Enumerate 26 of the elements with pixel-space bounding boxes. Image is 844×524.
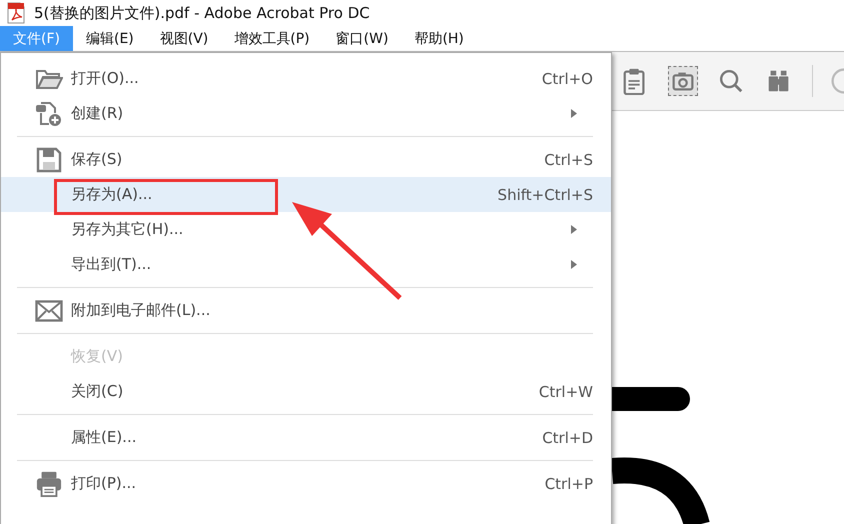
menu-item[interactable]: 打开(O)... Ctrl+O	[1, 61, 611, 96]
envelope-icon	[35, 298, 63, 324]
menu-item[interactable]: 属性(E)... Ctrl+D	[1, 420, 611, 455]
menu-item[interactable]: 帮助(H)	[401, 26, 477, 51]
shortcut-text: Ctrl+S	[544, 150, 593, 168]
shortcut-text: Ctrl+O	[542, 70, 593, 88]
shortcut-text: Ctrl+D	[542, 428, 593, 446]
menu-item[interactable]: 打印(P)... Ctrl+P	[1, 466, 611, 501]
new-document-icon	[35, 100, 63, 126]
window-title: 5(替换的图片文件).pdf - Adobe Acrobat Pro DC	[34, 4, 370, 22]
menu-item[interactable]: 关闭(C) Ctrl+W	[1, 374, 611, 409]
shortcut-text: Shift+Ctrl+S	[498, 186, 593, 204]
menu-item[interactable]: 窗口(W)	[322, 26, 402, 51]
menu-item[interactable]: 增效工具(P)	[221, 26, 323, 51]
shortcut-text: Ctrl+W	[538, 382, 593, 400]
menu-item[interactable]: 另存为(A)... Shift+Ctrl+S	[1, 177, 611, 212]
camera-icon[interactable]	[668, 66, 698, 96]
printer-icon	[35, 470, 63, 496]
menu-item[interactable]: 保存(S) Ctrl+S	[1, 142, 611, 177]
menu-item[interactable]: 视图(V)	[146, 26, 222, 51]
menu-item[interactable]: 导出到(T)...	[1, 247, 611, 282]
shortcut-text: Ctrl+P	[544, 474, 593, 492]
menu-item[interactable]: 另存为其它(H)...	[1, 212, 611, 247]
menu-item[interactable]: 附加到电子邮件(L)...	[1, 293, 611, 328]
menu-item[interactable]: 创建(R)	[1, 96, 611, 131]
menu-item[interactable]: 编辑(E)	[72, 26, 147, 51]
